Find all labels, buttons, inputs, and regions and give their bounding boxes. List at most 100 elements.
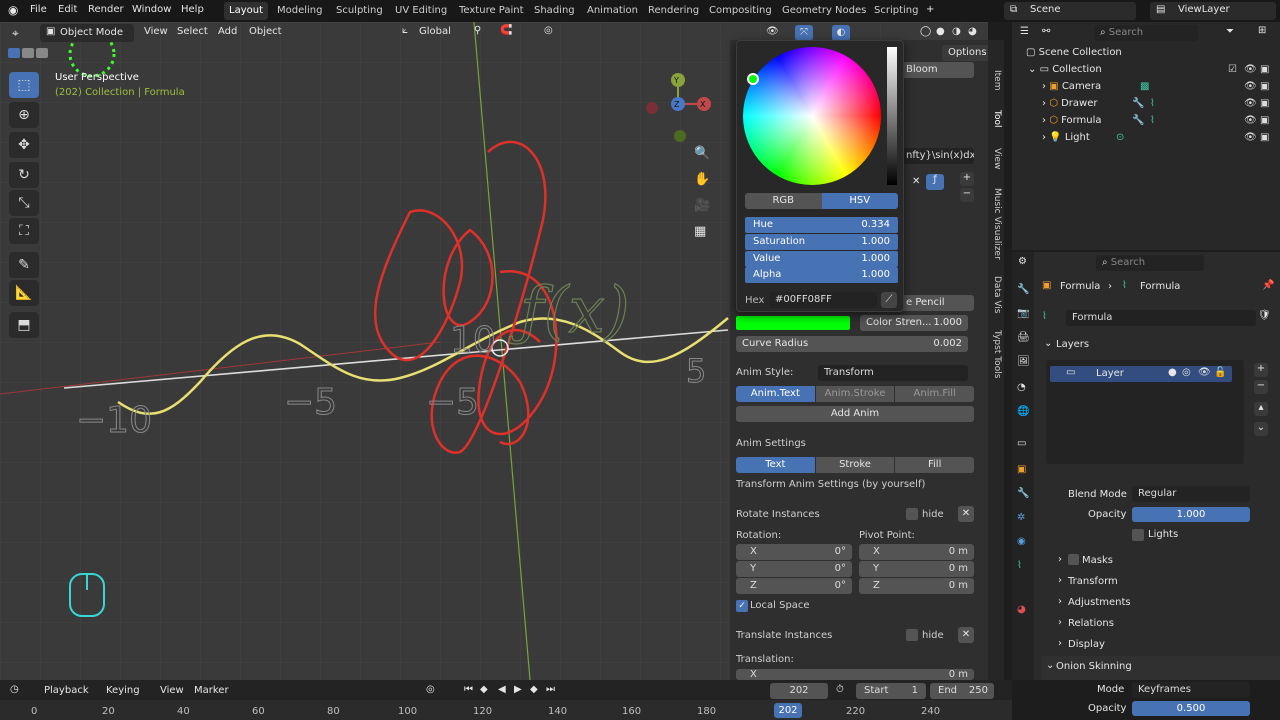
jump-start-icon[interactable]: ⏮ [464,684,473,695]
outliner-scene-collection[interactable]: ▢ Scene Collection [1026,44,1122,61]
scale-tool-icon[interactable]: ⤡ [9,190,39,216]
transform-tool-icon[interactable]: ⛶ [9,218,39,244]
current-frame-field[interactable]: 202 [770,683,828,699]
move-tool-icon[interactable]: ✥ [9,132,39,158]
shading-wire-icon[interactable]: ◯ [920,26,931,37]
lights-checkbox[interactable] [1132,529,1144,541]
tab-modeling[interactable]: Modeling [272,2,328,20]
layer-onion-icon[interactable]: ◎ [1182,367,1191,378]
blender-logo-icon[interactable]: ◉ [8,3,18,17]
remove-item-icon[interactable]: − [960,188,974,202]
ortho-grid-icon[interactable]: ▦ [694,224,706,239]
play-reverse-icon[interactable]: ◀ [498,684,506,695]
start-frame-field[interactable]: Start 1 [856,683,926,699]
render-tab-icon[interactable]: 📷 [1017,308,1029,319]
layer-list-item[interactable]: ▭ Layer ● ◎ 👁 🔓 [1050,366,1232,382]
physics-tab-icon[interactable]: ◉ [1017,536,1026,547]
tab-rendering[interactable]: Rendering [643,2,704,20]
menu-view[interactable]: View [144,26,168,37]
hue-slider[interactable]: Hue 0.334 [745,217,898,233]
object-mode-dropdown[interactable]: ▣ Object Mode [40,24,134,42]
collection-expand-icon[interactable]: ⌄ [1028,64,1040,75]
formula-visibility-icon[interactable]: 👁 [1244,112,1257,129]
add-layer-icon[interactable]: + [1254,363,1268,377]
cursor-tool-icon[interactable]: ⊕ [9,102,39,128]
tab-layout[interactable]: Layout [224,2,268,20]
view-layer-selector[interactable]: ▤ ViewLayer [1150,2,1276,20]
tab-texture-paint[interactable]: Texture Paint [454,2,529,20]
snap-icon[interactable]: 🧲 [500,25,512,36]
section-adjustments[interactable]: Adjustments [1068,597,1131,608]
tab-typst-tools[interactable]: Typst Tools [990,330,1002,378]
menu-keying[interactable]: Keying [106,685,140,696]
menu-timeline-view[interactable]: View [160,685,184,696]
scene-tab-icon[interactable]: ◔ [1017,382,1026,393]
color-wheel[interactable] [743,47,881,185]
measure-tool-icon[interactable]: 📐 [9,280,39,306]
breadcrumb-object[interactable]: Formula [1060,281,1100,292]
rotate-tool-icon[interactable]: ↻ [9,162,39,188]
scene-selector[interactable]: ⧉ Scene [1004,2,1136,20]
add-anim-button[interactable]: Add Anim [736,406,974,422]
play-icon[interactable]: ▶ [514,684,522,695]
menu-select[interactable]: Select [177,26,208,37]
translation-x-field[interactable]: X 0 m [736,669,974,680]
collection-visibility-icon[interactable]: 👁 [1244,61,1257,78]
onion-collapse-icon[interactable]: ⌄ [1046,660,1054,671]
fake-user-icon[interactable]: 🛡 [1258,310,1271,321]
typst-formula-icon[interactable]: ƒ [926,174,944,190]
rotation-y-field[interactable]: Y 0° [736,561,852,577]
outliner-item-formula[interactable]: › ⬡ Formula 🔧 ⌇ 👁 ▣ [1042,112,1276,129]
annotate-tool-icon[interactable]: ✎ [9,252,39,278]
outliner-collection-row[interactable]: ⌄ ▭ Collection ☑ 👁 ▣ [1028,61,1276,78]
navigation-gizmo[interactable]: Y X Z [640,70,716,150]
visibility-icon[interactable]: 👁 [766,26,779,37]
tab-settings-fill[interactable]: Fill [895,457,975,473]
selection-mode-extend-icon[interactable] [22,48,34,58]
properties-search-input[interactable]: ⌕ Search [1096,255,1204,271]
proportional-edit-icon[interactable]: ◎ [544,25,553,36]
value-field[interactable]: Value 1.000 [745,251,898,267]
menu-edit[interactable]: Edit [58,4,77,15]
layer-move-up-icon[interactable]: ▴ [1254,402,1268,416]
pan-hand-icon[interactable]: ✋ [694,172,710,187]
stopwatch-icon[interactable]: ⏱ [836,684,844,695]
transform-orientation-dropdown[interactable]: Global [419,26,451,37]
menu-marker[interactable]: Marker [194,685,229,696]
light-visibility-icon[interactable]: 👁 [1244,129,1257,146]
curve-radius-field[interactable]: Curve Radius 0.002 [736,336,968,352]
gizmo-toggle-icon[interactable]: ⤧ [795,25,813,41]
tool-tab-icon[interactable]: 🔧 [1017,284,1029,295]
output-tab-icon[interactable]: 🖨 [1017,332,1030,343]
zoom-icon[interactable]: 🔍 [694,146,710,161]
onion-opacity-slider[interactable]: 0.500 [1132,701,1250,716]
properties-editor-icon[interactable]: ⚙ [1018,256,1027,267]
formula-render-icon[interactable]: ▣ [1260,112,1269,129]
tab-geometry-nodes[interactable]: Geometry Nodes [777,2,871,20]
hex-input[interactable]: #00FF08FF [769,292,877,308]
alpha-slider[interactable]: Alpha 1.000 [745,267,898,283]
tab-anim-text[interactable]: Anim.Text [736,386,815,402]
outliner-item-light[interactable]: › 💡 Light ⊙ 👁 ▣ [1042,129,1276,146]
menu-playback[interactable]: Playback [44,685,89,696]
tab-item[interactable]: Item [990,70,1002,91]
anim-style-dropdown[interactable]: Transform [818,365,968,381]
shading-solid-icon[interactable]: ● [936,26,945,37]
pivot-x-field[interactable]: X 0 m [859,544,974,560]
value-slider[interactable] [887,47,897,185]
section-transform[interactable]: Transform [1068,576,1118,587]
end-frame-field[interactable]: End 250 [930,683,994,699]
next-keyframe-icon[interactable]: ◆ [530,684,538,695]
camera-visibility-icon[interactable]: 👁 [1244,78,1257,95]
section-relations[interactable]: Relations [1068,618,1114,629]
menu-object[interactable]: Object [249,26,282,37]
tab-music-visualizer[interactable]: Music Visualizer [990,188,1002,260]
camera-view-icon[interactable]: 🎥 [694,198,710,213]
menu-render[interactable]: Render [88,4,124,15]
outliner-filter-mode-icon[interactable]: ⚯ [1042,26,1050,37]
data-name-field[interactable]: Formula [1066,310,1256,326]
layer-visibility-icon[interactable]: 👁 [1198,367,1211,378]
tab-scripting[interactable]: Scripting [869,2,923,20]
menu-file[interactable]: File [30,4,47,15]
add-workspace-button[interactable]: + [926,4,934,15]
